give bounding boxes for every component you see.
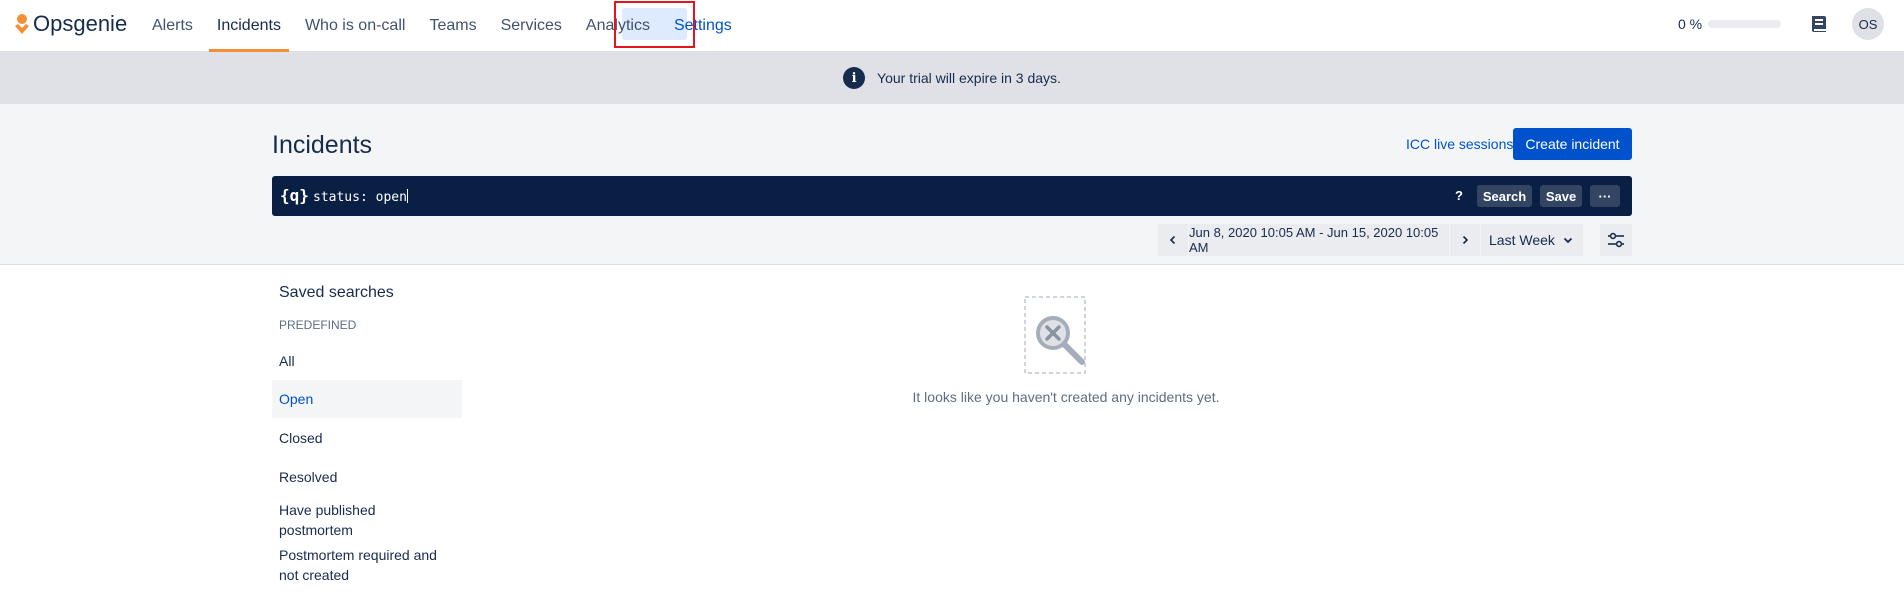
create-incident-button[interactable]: Create incident (1513, 128, 1632, 160)
user-avatar[interactable]: OS (1852, 8, 1884, 40)
incidents-header: Incidents ICC live sessions Create incid… (0, 104, 1904, 265)
trial-banner: i Your trial will expire in 3 days. (0, 52, 1904, 104)
chevron-right-icon (1462, 235, 1469, 245)
search-query-text: status: open (313, 190, 407, 205)
logo-text: Opsgenie (33, 11, 128, 36)
documentation-icon[interactable] (1808, 13, 1830, 35)
page-title: Incidents (272, 131, 373, 159)
saved-searches-title: Saved searches (279, 284, 394, 301)
previous-range-button[interactable] (1158, 224, 1188, 256)
search-button[interactable]: Search (1477, 185, 1532, 207)
chevron-down-icon (1563, 237, 1573, 244)
search-help-button[interactable]: ? (1455, 188, 1463, 203)
range-preset-value: Last Week (1489, 232, 1555, 248)
main-menu: Alerts Incidents Who is on-call Teams Se… (140, 0, 744, 52)
date-range-filter: Jun 8, 2020 10:05 AM - Jun 15, 2020 10:0… (1158, 224, 1584, 256)
saved-search-all[interactable]: All (272, 344, 462, 378)
nav-item-settings[interactable]: Settings (662, 0, 744, 52)
sliders-icon (1608, 232, 1624, 248)
saved-search-resolved[interactable]: Resolved (272, 460, 462, 494)
saved-search-have-published-postmortem[interactable]: Have published postmortem (272, 499, 432, 541)
usage-progress: 0 % (1678, 16, 1782, 32)
saved-search-postmortem-required[interactable]: Postmortem required and not created (272, 544, 452, 586)
search-bar: {q} status: open ? Search Save ··· (272, 176, 1632, 216)
nav-item-services[interactable]: Services (489, 0, 574, 52)
opsgenie-logo-icon (14, 13, 30, 35)
top-navigation: Opsgenie Alerts Incidents Who is on-call… (0, 0, 1904, 52)
nav-item-analytics[interactable]: Analytics (574, 0, 662, 52)
empty-state-message: It looks like you haven't created any in… (912, 389, 1220, 405)
banner-text: Your trial will expire in 3 days. (877, 70, 1061, 86)
progress-bar (1708, 20, 1782, 28)
opsgenie-logo[interactable]: Opsgenie (14, 11, 128, 36)
next-range-button[interactable] (1450, 224, 1480, 256)
info-icon: i (843, 67, 866, 89)
no-results-search-icon (1024, 296, 1094, 376)
chevron-left-icon (1169, 235, 1176, 245)
predefined-section-label: PREDEFINED (279, 318, 357, 332)
nav-item-who-is-on-call[interactable]: Who is on-call (293, 0, 417, 52)
save-search-button[interactable]: Save (1540, 185, 1582, 207)
more-options-button[interactable]: ··· (1590, 185, 1620, 207)
query-icon: {q} (280, 186, 309, 205)
text-caret (406, 189, 408, 203)
nav-item-alerts[interactable]: Alerts (140, 0, 205, 52)
range-preset-select[interactable]: Last Week (1481, 224, 1583, 256)
nav-item-incidents[interactable]: Incidents (205, 0, 293, 52)
nav-item-teams[interactable]: Teams (417, 0, 488, 52)
saved-search-closed[interactable]: Closed (272, 421, 462, 455)
filter-settings-button[interactable] (1600, 224, 1632, 256)
date-range-label[interactable]: Jun 8, 2020 10:05 AM - Jun 15, 2020 10:0… (1189, 224, 1449, 256)
search-input[interactable]: status: open (313, 189, 408, 205)
icc-live-sessions-link[interactable]: ICC live sessions (1406, 136, 1513, 152)
progress-label: 0 % (1678, 16, 1703, 32)
